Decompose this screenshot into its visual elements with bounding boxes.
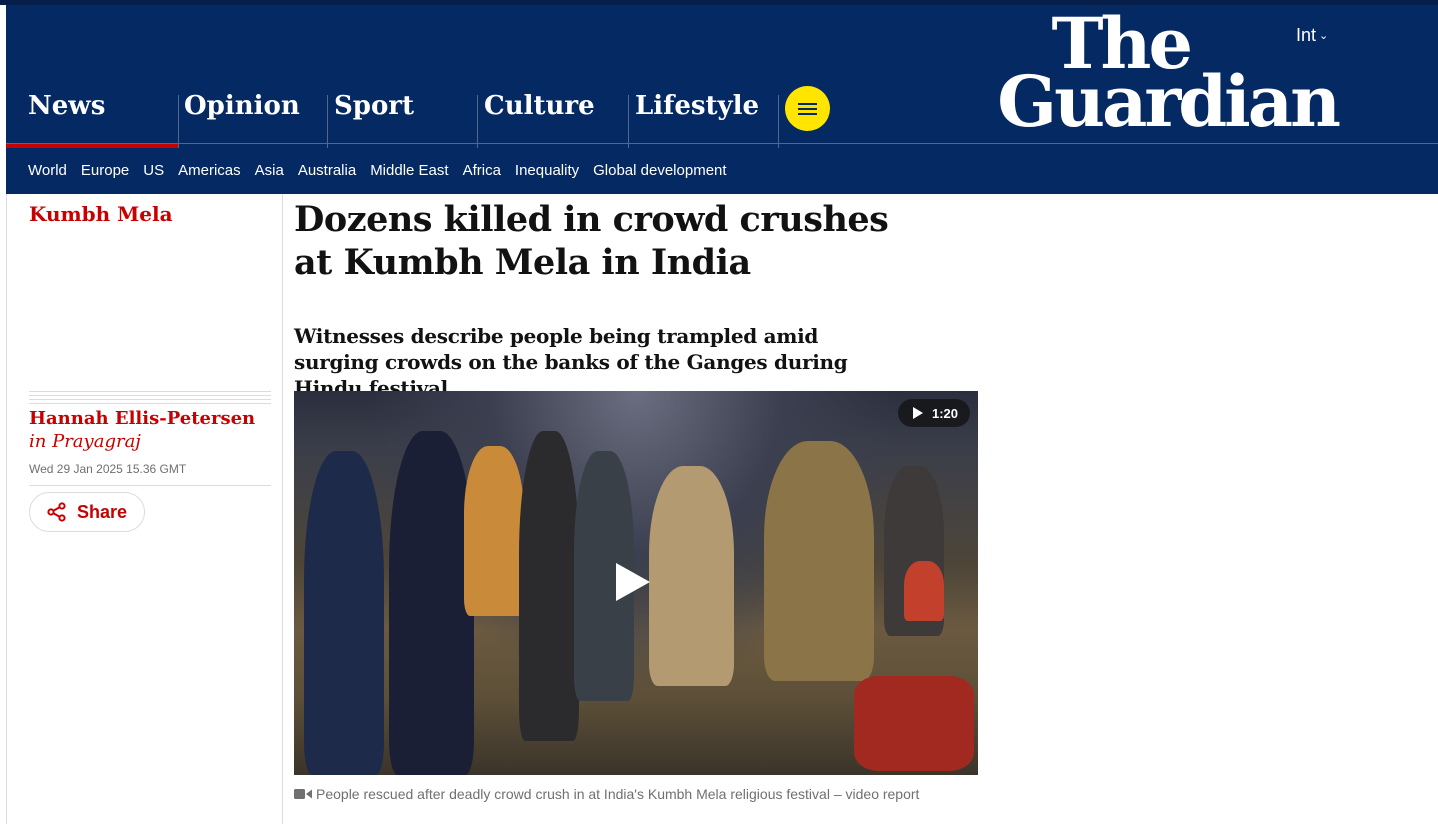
video-duration: 1:20 xyxy=(931,405,958,421)
video-player[interactable]: 1:20 xyxy=(294,391,978,775)
pillar-divider xyxy=(178,95,179,148)
scene-figure xyxy=(904,561,944,621)
hamburger-icon xyxy=(798,102,817,105)
meta-rule xyxy=(29,391,271,392)
masthead: Int ⌄ The Guardian News Opinion Sport Cul… xyxy=(6,5,1438,194)
column-rule xyxy=(282,194,283,824)
scene-figure xyxy=(854,676,974,771)
meta-rule xyxy=(29,395,271,396)
pillar-lifestyle[interactable]: Lifestyle xyxy=(635,85,759,148)
pillar-divider xyxy=(327,95,328,148)
play-icon[interactable] xyxy=(616,563,650,601)
video-duration-badge: 1:20 xyxy=(897,399,970,427)
subnav-americas[interactable]: Americas xyxy=(178,162,241,179)
pillar-news[interactable]: News xyxy=(28,85,105,148)
left-rule xyxy=(6,194,7,824)
byline: Hannah Ellis-Petersen in Prayagraj xyxy=(29,407,274,453)
hamburger-bar xyxy=(798,107,817,110)
guardian-logo[interactable]: The Guardian xyxy=(976,9,1341,143)
subnav: World Europe US Americas Asia Australia … xyxy=(28,162,741,179)
scene-figure xyxy=(389,431,474,775)
subnav-divider xyxy=(6,143,1438,144)
subnav-us[interactable]: US xyxy=(143,162,164,179)
section-kicker[interactable]: Kumbh Mela xyxy=(29,202,173,226)
meta-rules xyxy=(29,391,271,407)
video-camera-icon xyxy=(294,789,312,799)
share-label: Share xyxy=(77,501,128,522)
standfirst: Witnesses describe people being trampled… xyxy=(294,324,848,400)
byline-in: in xyxy=(29,431,47,452)
pillar-opinion[interactable]: Opinion xyxy=(184,85,300,148)
subnav-inequality[interactable]: Inequality xyxy=(515,162,579,179)
subnav-world[interactable]: World xyxy=(28,162,67,179)
meta-rule xyxy=(29,403,271,404)
publish-date[interactable]: Wed 29 Jan 2025 15.36 GMT xyxy=(29,462,186,476)
subnav-africa[interactable]: Africa xyxy=(463,162,501,179)
pillar-divider xyxy=(477,95,478,148)
share-icon xyxy=(47,502,66,522)
scene-figure xyxy=(464,446,524,616)
meta-rule xyxy=(29,399,271,400)
caption-text: People rescued after deadly crowd crush … xyxy=(316,786,920,802)
subnav-middle-east[interactable]: Middle East xyxy=(370,162,448,179)
author-link[interactable]: Hannah Ellis-Petersen xyxy=(29,408,255,429)
headline: Dozens killed in crowd crushes at Kumbh … xyxy=(294,199,889,283)
scene-figure xyxy=(764,441,874,681)
pillar-sport[interactable]: Sport xyxy=(334,85,414,148)
byline-location: Prayagraj xyxy=(52,431,141,452)
subnav-europe[interactable]: Europe xyxy=(81,162,129,179)
pillar-divider xyxy=(778,95,779,148)
subnav-australia[interactable]: Australia xyxy=(298,162,356,179)
menu-button[interactable] xyxy=(785,86,830,131)
scene-figure xyxy=(304,451,384,775)
pillar-culture[interactable]: Culture xyxy=(484,85,595,148)
pillar-divider xyxy=(628,95,629,148)
hamburger-bar xyxy=(798,112,817,115)
logo-line-2: Guardian xyxy=(997,60,1341,143)
video-caption: People rescued after deadly crowd crush … xyxy=(294,784,954,804)
meta-divider xyxy=(29,485,271,486)
subnav-asia[interactable]: Asia xyxy=(255,162,284,179)
scene-figure xyxy=(649,466,734,686)
share-button[interactable]: Share xyxy=(29,492,145,532)
subnav-global-development[interactable]: Global development xyxy=(593,162,726,179)
play-small-icon xyxy=(912,407,923,419)
scene-figure xyxy=(519,431,579,741)
